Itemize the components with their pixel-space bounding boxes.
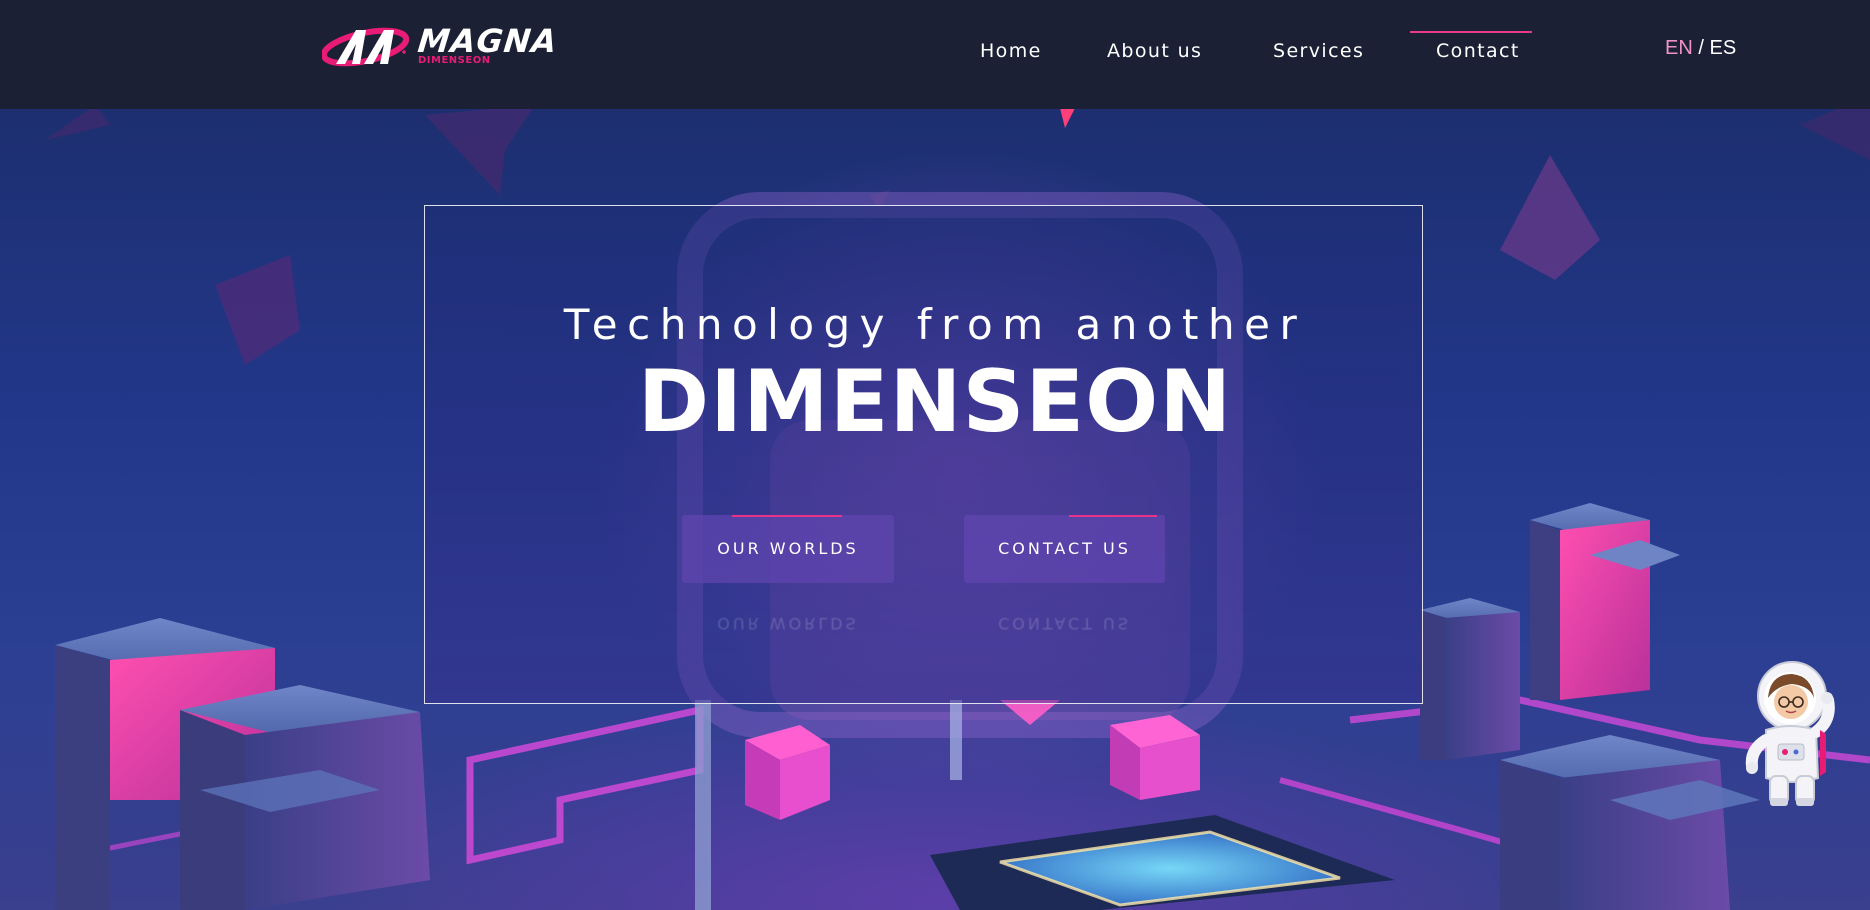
nav-about-us[interactable]: About us [1107, 40, 1202, 62]
brand-subtitle: DIMENSEON [418, 55, 491, 66]
hero-card [424, 205, 1423, 704]
contact-us-reflection: CONTACT US [998, 614, 1131, 633]
our-worlds-button[interactable]: OUR WORLDS [682, 515, 894, 583]
contact-us-label: CONTACT US [998, 539, 1131, 558]
button-accent-line [732, 515, 842, 517]
hero-tagline: Technology from another [563, 300, 1307, 349]
hero-headline: DIMENSEON [637, 352, 1233, 452]
nav-home[interactable]: Home [980, 40, 1042, 62]
nav-services[interactable]: Services [1273, 40, 1364, 62]
nav-active-indicator [1410, 31, 1532, 33]
contact-us-button[interactable]: CONTACT US [964, 515, 1165, 583]
nav-contact[interactable]: Contact [1436, 40, 1520, 62]
language-switcher: EN / ES [1665, 37, 1736, 60]
lang-separator: / [1698, 37, 1704, 59]
button-accent-line [1069, 515, 1157, 517]
lang-es[interactable]: ES [1709, 37, 1736, 59]
top-navbar: MAGNA DIMENSEON Home About us Services C… [0, 0, 1870, 109]
lang-en[interactable]: EN [1665, 37, 1693, 59]
our-worlds-label: OUR WORLDS [717, 539, 859, 558]
astronaut-mascot-icon[interactable] [1740, 660, 1836, 812]
our-worlds-reflection: OUR WORLDS [717, 614, 859, 633]
